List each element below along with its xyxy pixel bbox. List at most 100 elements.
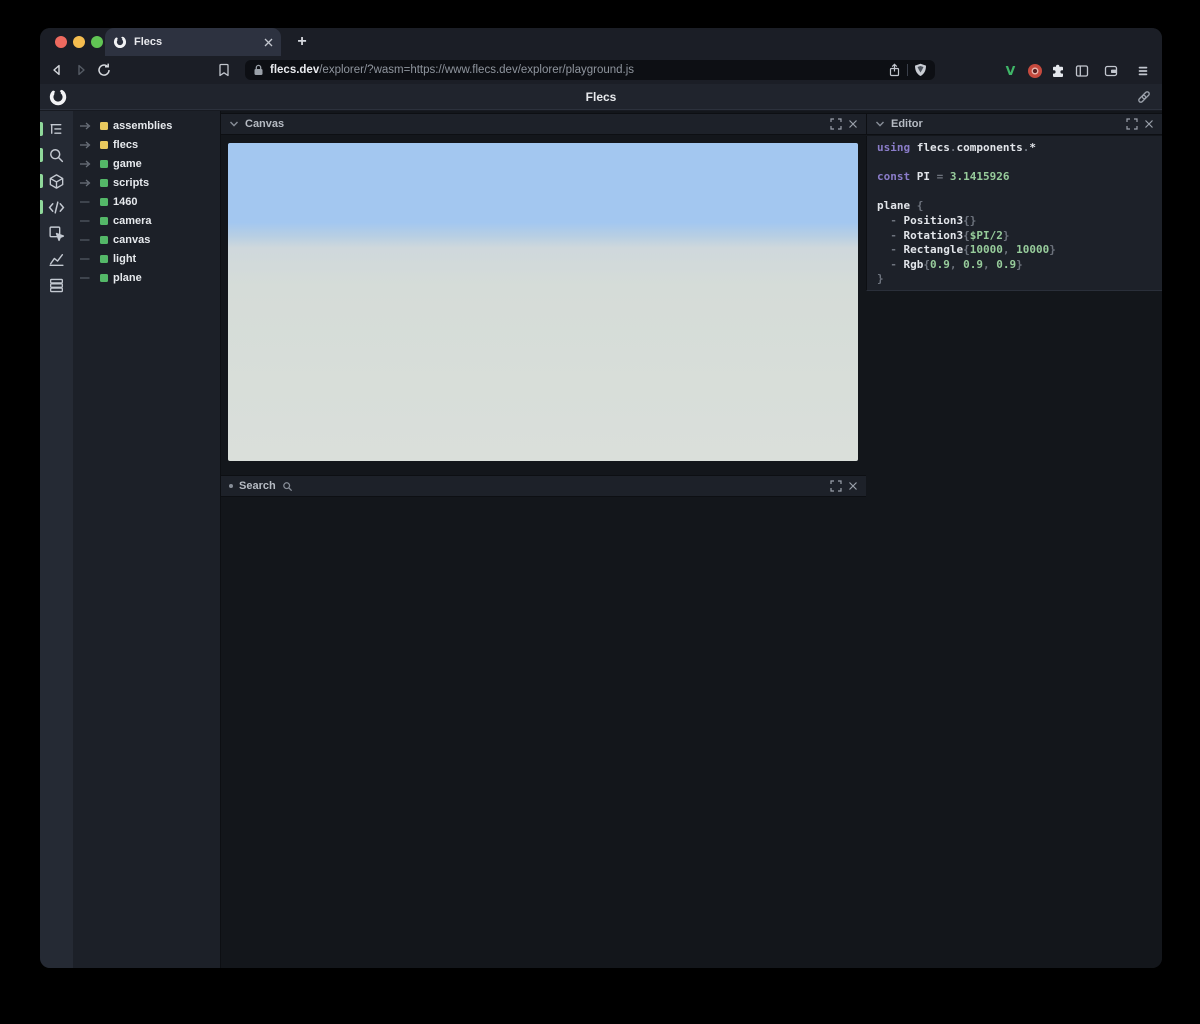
rail-inspect-button[interactable] xyxy=(40,220,73,246)
entity-color-swatch xyxy=(100,121,108,130)
tree-item-game[interactable]: game xyxy=(73,154,220,173)
code-line: const PI = 3.1415926 xyxy=(877,170,1010,184)
expand-arrow-icon[interactable] xyxy=(80,178,95,188)
menu-icon[interactable] xyxy=(1134,62,1151,79)
bookmark-icon[interactable] xyxy=(216,62,232,78)
vue-devtools-extension-icon[interactable]: V xyxy=(1002,62,1019,79)
rail-entity-tree-button[interactable] xyxy=(40,116,73,142)
rail-code-button[interactable] xyxy=(40,194,73,220)
tree-item-label: light xyxy=(113,252,137,265)
close-panel-icon[interactable] xyxy=(848,481,858,491)
expand-arrow-icon[interactable] xyxy=(80,121,95,131)
entity-color-swatch xyxy=(100,216,108,225)
entity-tree-icon xyxy=(50,123,62,134)
code-line: - Rgb{0.9, 0.9, 0.9} xyxy=(877,257,1023,271)
url-domain: flecs.dev xyxy=(270,64,320,76)
stats-chart-icon xyxy=(49,253,64,266)
search-panel-header[interactable]: Search xyxy=(221,475,866,497)
tree-item-light[interactable]: light xyxy=(73,249,220,268)
search-panel-title: Search xyxy=(239,480,276,492)
extensions-puzzle-icon[interactable] xyxy=(1049,62,1066,79)
rail-stats-button[interactable] xyxy=(40,246,73,272)
active-indicator xyxy=(40,200,43,214)
code-editor[interactable]: using flecs.components.* const PI = 3.14… xyxy=(866,136,1162,291)
tree-item-assemblies[interactable]: assemblies xyxy=(73,116,220,135)
editor-panel-header[interactable]: Editor xyxy=(866,113,1162,135)
sidebar-toggle-icon[interactable] xyxy=(1073,62,1090,79)
code-line: using flecs.components.* xyxy=(877,141,1036,154)
window-minimize-button[interactable] xyxy=(73,36,85,48)
flecs-app-header: Flecs xyxy=(40,84,1162,110)
window-close-button[interactable] xyxy=(55,36,67,48)
share-icon[interactable] xyxy=(888,63,901,77)
new-tab-button[interactable]: + xyxy=(292,32,312,52)
reload-button[interactable] xyxy=(96,62,112,78)
entity-color-swatch xyxy=(100,254,108,263)
forward-button[interactable] xyxy=(73,62,89,78)
active-indicator xyxy=(40,122,43,136)
browser-tab-bar: Flecs + xyxy=(40,28,1162,56)
explorer-content: assemblies flecs game scripts 1460 camera canv… xyxy=(40,111,1162,968)
active-indicator xyxy=(40,148,43,162)
wallet-icon[interactable] xyxy=(1102,62,1119,79)
code-editor-icon xyxy=(48,200,65,214)
leaf-dash-icon xyxy=(80,200,90,203)
search-icon xyxy=(50,148,64,162)
page-title: Flecs xyxy=(585,90,617,104)
code-line: plane { xyxy=(877,199,924,213)
brave-shield-icon[interactable] xyxy=(914,63,927,77)
browser-tab[interactable]: Flecs xyxy=(105,28,281,56)
leaf-dash-icon xyxy=(80,219,90,222)
fullscreen-icon[interactable] xyxy=(830,480,842,492)
lock-icon xyxy=(253,64,264,76)
share-link-icon[interactable] xyxy=(1136,89,1152,105)
tree-item-camera[interactable]: camera xyxy=(73,211,220,230)
queries-icon xyxy=(50,278,63,292)
leaf-dash-icon xyxy=(80,276,90,279)
entity-color-swatch xyxy=(100,235,108,244)
chevron-down-icon xyxy=(875,121,885,127)
tree-item-1460[interactable]: 1460 xyxy=(73,192,220,211)
browser-window: Flecs + flecs.dev/explorer/?wasm=https:/… xyxy=(40,28,1162,968)
canvas-panel-header[interactable]: Canvas xyxy=(221,113,866,135)
3d-canvas-viewport[interactable] xyxy=(228,143,858,461)
rail-entities-button[interactable] xyxy=(40,168,73,194)
panel-rail xyxy=(40,111,73,968)
red-extension-icon[interactable] xyxy=(1026,62,1043,79)
tab-close-icon[interactable] xyxy=(264,38,273,47)
fullscreen-icon[interactable] xyxy=(830,118,842,130)
expand-arrow-icon[interactable] xyxy=(80,159,95,169)
tree-item-label: assemblies xyxy=(113,119,173,132)
code-line: - Rectangle{10000, 10000} xyxy=(877,243,1056,257)
code-line: - Position3{} xyxy=(877,213,977,227)
url-bar[interactable]: flecs.dev/explorer/?wasm=https://www.fle… xyxy=(245,60,935,80)
tree-item-label: game xyxy=(113,157,142,170)
tree-item-scripts[interactable]: scripts xyxy=(73,173,220,192)
rail-queries-button[interactable] xyxy=(40,272,73,298)
window-zoom-button[interactable] xyxy=(91,36,103,48)
canvas-panel-title: Canvas xyxy=(245,118,285,130)
tree-item-flecs[interactable]: flecs xyxy=(73,135,220,154)
entity-color-swatch xyxy=(100,140,108,149)
browser-toolbar: flecs.dev/explorer/?wasm=https://www.fle… xyxy=(40,56,1162,84)
url-path: /explorer/?wasm=https://www.flecs.dev/ex… xyxy=(319,64,635,76)
inspect-icon xyxy=(49,225,65,241)
editor-panel-title: Editor xyxy=(891,118,923,130)
tree-item-label: flecs xyxy=(113,138,139,151)
close-panel-icon[interactable] xyxy=(848,119,858,129)
tree-item-label: 1460 xyxy=(113,195,138,208)
tree-item-label: camera xyxy=(113,214,152,227)
rail-search-button[interactable] xyxy=(40,142,73,168)
entity-color-swatch xyxy=(100,197,108,206)
tree-item-plane[interactable]: plane xyxy=(73,268,220,287)
code-line: - Rotation3{$PI/2} xyxy=(877,228,1010,242)
back-button[interactable] xyxy=(49,62,65,78)
fullscreen-icon[interactable] xyxy=(1126,118,1138,130)
leaf-dash-icon xyxy=(80,257,90,260)
tab-title: Flecs xyxy=(134,36,163,48)
close-panel-icon[interactable] xyxy=(1144,119,1154,129)
expand-arrow-icon[interactable] xyxy=(80,140,95,150)
entity-tree: assemblies flecs game scripts 1460 camera canv… xyxy=(73,111,221,968)
tree-item-canvas[interactable]: canvas xyxy=(73,230,220,249)
